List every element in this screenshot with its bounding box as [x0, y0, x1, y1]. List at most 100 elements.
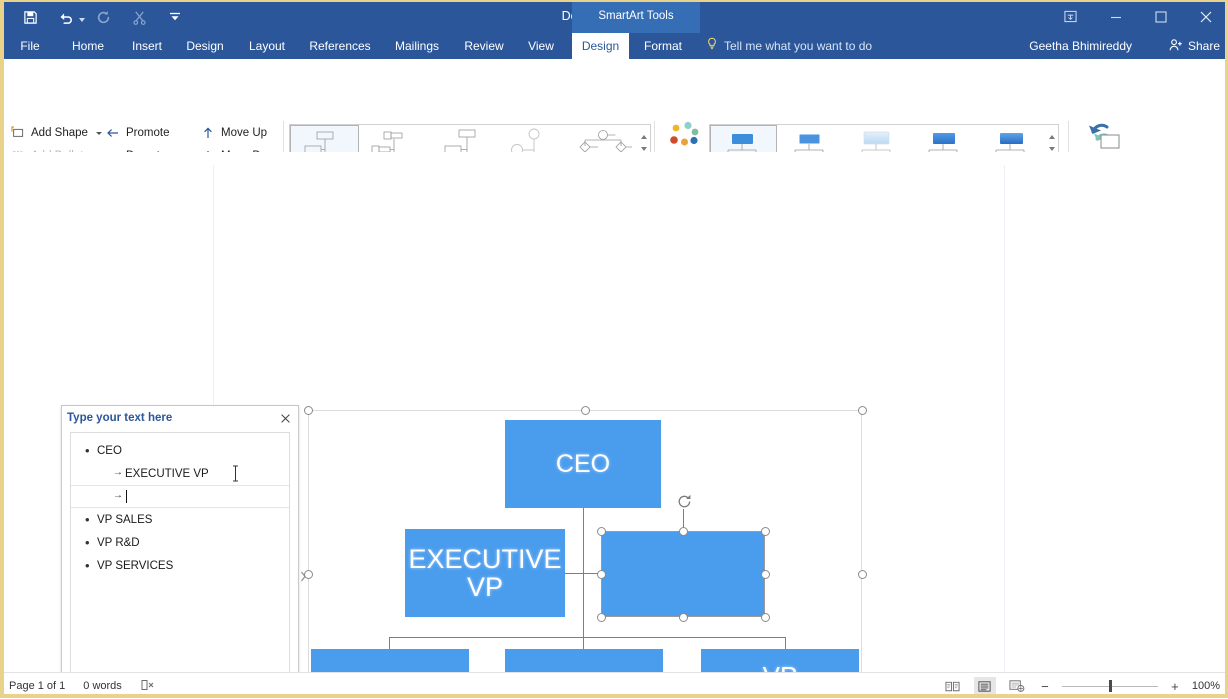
- undo-icon[interactable]: [48, 4, 84, 30]
- document-canvas: Type your text here • CEO → EXECUTIVE VP: [0, 152, 1228, 672]
- tab-review[interactable]: Review: [456, 33, 512, 59]
- shape-selection-box: [601, 531, 765, 617]
- tab-smartart-design[interactable]: Design: [572, 33, 629, 59]
- layouts-scroll-up-icon[interactable]: [638, 125, 650, 143]
- resize-handle-e[interactable]: [761, 570, 770, 579]
- frame-handle-ne[interactable]: [858, 406, 867, 415]
- zoom-in-icon[interactable]: +: [1168, 679, 1182, 694]
- redo-icon[interactable]: [85, 4, 121, 30]
- restore-icon[interactable]: [1138, 0, 1183, 33]
- minimize-icon[interactable]: [1093, 0, 1138, 33]
- node-vp-rd[interactable]: VP R&D: [505, 649, 663, 672]
- tab-home[interactable]: Home: [60, 33, 116, 59]
- connector-to-executive-vp: [563, 573, 584, 574]
- resize-handle-ne[interactable]: [761, 527, 770, 536]
- resize-handle-sw[interactable]: [597, 613, 606, 622]
- connector-horizontal-bus: [389, 637, 785, 638]
- tell-me-placeholder: Tell me what you want to do: [724, 39, 873, 53]
- ribbon-tab-row: File Home Insert Design Layout Reference…: [0, 33, 1228, 59]
- node-executive-vp[interactable]: EXECUTIVE VP: [405, 529, 565, 617]
- zoom-level-label[interactable]: 100%: [1192, 680, 1220, 692]
- window-border-bottom: [0, 694, 1228, 698]
- text-pane-line-ceo[interactable]: • CEO: [71, 439, 289, 462]
- frame-handle-nw[interactable]: [304, 406, 313, 415]
- node-label: VP SERVICES: [705, 662, 855, 672]
- tab-mailings[interactable]: Mailings: [385, 33, 449, 59]
- resize-handle-s[interactable]: [679, 613, 688, 622]
- node-label: CEO: [555, 449, 611, 478]
- text-ibeam-cursor: [231, 465, 240, 482]
- move-up-button[interactable]: Move Up: [200, 123, 267, 143]
- context-tab-title: SmartArt Tools: [598, 10, 674, 22]
- text-pane-line-label: CEO: [97, 444, 122, 457]
- text-pane-line-vp-sales[interactable]: • VP SALES: [71, 508, 289, 531]
- arrow-left-icon: [105, 125, 121, 141]
- text-pane-body[interactable]: • CEO → EXECUTIVE VP → • VP SALES • VP R…: [70, 432, 290, 672]
- text-pane-line-label: VP R&D: [97, 536, 140, 549]
- customize-qat-icon[interactable]: [157, 4, 193, 30]
- window-controls: [1048, 0, 1228, 33]
- tell-me-search[interactable]: Tell me what you want to do: [706, 33, 872, 59]
- window-border-top: [0, 0, 1228, 2]
- proofing-errors-icon[interactable]: [140, 678, 156, 695]
- chevron-expand-icon[interactable]: [300, 569, 307, 587]
- lightbulb-icon: [706, 33, 718, 59]
- read-mode-icon[interactable]: [942, 677, 964, 695]
- share-label: Share: [1187, 39, 1220, 53]
- zoom-slider-thumb[interactable]: [1108, 680, 1112, 692]
- smartart-graphic-frame[interactable]: CEO EXECUTIVE VP VP SALES VP R&D VP SERV…: [301, 406, 867, 672]
- word-count[interactable]: 0 words: [83, 680, 122, 692]
- tab-file[interactable]: File: [10, 33, 50, 59]
- bullet-icon: •: [85, 535, 90, 550]
- node-vp-services[interactable]: VP SERVICES: [701, 649, 859, 672]
- tab-references[interactable]: References: [301, 33, 379, 59]
- window-border-left: [0, 0, 4, 698]
- page-indicator[interactable]: Page 1 of 1: [9, 680, 65, 692]
- text-pane-line-label: EXECUTIVE VP: [125, 467, 209, 480]
- save-icon[interactable]: [12, 4, 48, 30]
- smartart-tools-context-label: SmartArt Tools: [572, 0, 700, 33]
- resize-handle-se[interactable]: [761, 613, 770, 622]
- bullet-icon: •: [85, 558, 90, 573]
- word-window: Document1 - Word SmartArt Tools: [0, 0, 1228, 699]
- add-shape-dropdown-caret[interactable]: [95, 131, 102, 135]
- tab-layout[interactable]: Layout: [240, 33, 294, 59]
- print-layout-icon[interactable]: [973, 677, 996, 695]
- tab-smartart-format[interactable]: Format: [634, 33, 692, 59]
- share-button[interactable]: Share: [1169, 33, 1220, 59]
- node-vp-sales[interactable]: VP SALES: [311, 649, 469, 672]
- add-shape-button[interactable]: Add Shape: [10, 123, 102, 143]
- text-pane-line-vp-services[interactable]: • VP SERVICES: [71, 554, 289, 577]
- cut-icon: [121, 4, 157, 30]
- arrow-up-icon: [200, 125, 216, 141]
- ribbon-display-options-icon[interactable]: [1048, 0, 1093, 33]
- web-layout-icon[interactable]: [1006, 677, 1028, 695]
- text-pane-line-executive-vp[interactable]: → EXECUTIVE VP: [71, 462, 289, 485]
- node-ceo[interactable]: CEO: [505, 420, 661, 508]
- resize-handle-n[interactable]: [679, 527, 688, 536]
- user-account-name[interactable]: Geetha Bhimireddy: [1029, 33, 1132, 59]
- resize-handle-w[interactable]: [597, 570, 606, 579]
- frame-handle-e[interactable]: [858, 570, 867, 579]
- resize-handle-nw[interactable]: [597, 527, 606, 536]
- connector-ceo-vertical: [583, 508, 584, 651]
- promote-button[interactable]: Promote: [105, 123, 169, 143]
- text-pane-line-new-empty[interactable]: →: [71, 485, 289, 508]
- title-bar: Document1 - Word SmartArt Tools: [0, 0, 1228, 33]
- sub-bullet-icon: →: [113, 467, 123, 478]
- bullet-icon: •: [85, 512, 90, 527]
- text-caret: [126, 490, 127, 503]
- zoom-out-icon[interactable]: −: [1038, 679, 1052, 694]
- tab-design[interactable]: Design: [177, 33, 233, 59]
- frame-handle-n[interactable]: [581, 406, 590, 415]
- tab-insert[interactable]: Insert: [122, 33, 172, 59]
- tab-view[interactable]: View: [518, 33, 564, 59]
- person-share-icon: [1169, 38, 1184, 55]
- move-up-label: Move Up: [221, 127, 268, 139]
- rotation-handle-icon[interactable]: [676, 493, 693, 510]
- styles-scroll-up-icon[interactable]: [1046, 125, 1058, 143]
- text-pane-line-vp-rd[interactable]: • VP R&D: [71, 531, 289, 554]
- text-pane-close-icon[interactable]: [277, 410, 293, 426]
- ribbon: Add Shape Add Bullet Text Pane Promot: [0, 59, 1228, 204]
- close-icon[interactable]: [1183, 0, 1228, 33]
